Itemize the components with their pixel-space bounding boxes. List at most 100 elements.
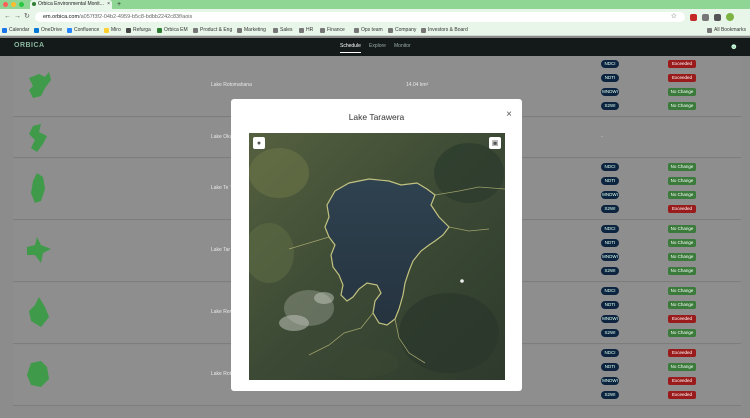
new-tab-button[interactable]: +: [117, 0, 121, 9]
lake-shape-icon: [31, 173, 45, 203]
satellite-map[interactable]: ● ▣: [249, 133, 505, 380]
lake-shape-icon: [27, 237, 51, 263]
folder-icon: [707, 28, 712, 33]
extension-icons: [690, 12, 734, 22]
modal-title: Lake Tarawera: [348, 112, 405, 122]
status-badge: No Change: [668, 301, 696, 309]
url-input[interactable]: em.orbica.com/a057f3f2-04b2-4959-b5c8-bd…: [35, 12, 685, 22]
status-badge: Exceeded: [668, 377, 696, 385]
back-arrow-icon[interactable]: ←: [4, 13, 11, 21]
close-icon[interactable]: ×: [506, 110, 512, 120]
status-badge: Exceeded: [668, 60, 696, 68]
indicator-badge: NDTI: [601, 177, 619, 185]
status-badge: No Change: [668, 363, 696, 371]
tab-title: Orbica Environmental Monit...: [38, 1, 104, 7]
indicator-badge: NDCI: [601, 163, 619, 171]
profile-avatar-icon[interactable]: [726, 13, 734, 21]
indicator-badge: S2WI: [601, 329, 619, 337]
indicator-badge: NDCI: [601, 287, 619, 295]
extensions-puzzle-icon[interactable]: [702, 13, 709, 21]
status-badge: No Change: [668, 191, 696, 199]
indicator-badge: NDCI: [601, 60, 619, 68]
lake-shape-icon: [29, 72, 51, 98]
folder-icon: [193, 28, 198, 33]
extension-icon[interactable]: [690, 13, 697, 21]
reload-icon[interactable]: ↻: [24, 13, 30, 21]
indicator-badge: NDCI: [601, 349, 619, 357]
bookmark-item[interactable]: Calendar: [2, 25, 29, 36]
bookmark-item[interactable]: Orbica EM: [157, 25, 188, 36]
bookmark-item[interactable]: Miro: [104, 25, 121, 36]
folder-icon: [354, 28, 359, 33]
indicator-badge: S2WI: [601, 205, 619, 213]
status-badge: Exceeded: [668, 74, 696, 82]
bookmark-item[interactable]: Refurga: [126, 25, 151, 36]
status-badge: No Change: [668, 267, 696, 275]
calendar-icon: [2, 28, 7, 33]
bookmark-folder[interactable]: Company: [388, 25, 416, 36]
lake-name[interactable]: Lake Rer: [211, 309, 231, 315]
status-badge: Exceeded: [668, 315, 696, 323]
status-badge: No Change: [668, 329, 696, 337]
folder-icon: [388, 28, 393, 33]
indicator-badge: NDTI: [601, 301, 619, 309]
lake-name[interactable]: Lake Te T: [211, 185, 233, 191]
onedrive-icon: [34, 28, 39, 33]
status-badge: No Change: [668, 239, 696, 247]
bookmark-folder[interactable]: Investors & Board: [421, 25, 468, 36]
close-window-icon[interactable]: [3, 2, 8, 7]
status-badge: No Change: [668, 102, 696, 110]
browser-tab-bar: Orbica Environmental Monit... × +: [0, 0, 750, 9]
lake-shape-icon: [29, 124, 47, 152]
url-host: em.orbica.com: [43, 14, 80, 20]
indicator-badge: NDCI: [601, 225, 619, 233]
lake-name[interactable]: Lake Tar: [211, 247, 230, 253]
forward-arrow-icon[interactable]: →: [14, 13, 21, 21]
status-badge: No Change: [668, 225, 696, 233]
lake-name[interactable]: Lake Oku: [211, 134, 232, 140]
tab-explore[interactable]: Explore: [369, 43, 386, 49]
folder-icon: [320, 28, 325, 33]
status-badge: No Change: [668, 287, 696, 295]
bookmark-folder[interactable]: Finance: [320, 25, 345, 36]
folder-icon: [421, 28, 426, 33]
sidebar-icon[interactable]: [714, 13, 721, 21]
lake-detail-modal: Lake Tarawera × ● ▣: [231, 99, 522, 391]
bookmark-folder[interactable]: Sales: [273, 25, 293, 36]
bookmarks-bar: Calendar OneDrive Confluence Miro Refurg…: [0, 25, 750, 36]
bookmark-item[interactable]: OneDrive: [34, 25, 62, 36]
browser-tab[interactable]: Orbica Environmental Monit... ×: [30, 0, 112, 9]
indicator-badge: MNDWI: [601, 377, 619, 385]
app-header: ORBICA Schedule Explore Monitor ☻: [0, 38, 750, 56]
all-bookmarks[interactable]: All Bookmarks: [707, 25, 746, 36]
user-account-icon[interactable]: ☻: [730, 42, 738, 51]
tab-monitor[interactable]: Monitor: [394, 43, 411, 49]
tab-schedule[interactable]: Schedule: [340, 43, 361, 53]
bookmark-folder[interactable]: Marketing: [237, 25, 266, 36]
indicator-badge: MNDWI: [601, 191, 619, 199]
bookmark-folder[interactable]: Product & Eng: [193, 25, 232, 36]
bookmark-item[interactable]: Confluence: [67, 25, 99, 36]
indicator-badge: S2WI: [601, 391, 619, 399]
folder-icon: [237, 28, 242, 33]
status-badge: Exceeded: [668, 391, 696, 399]
lake-name[interactable]: Lake Rotomahana: [211, 82, 252, 88]
bookmark-folder[interactable]: Ops team: [354, 25, 383, 36]
tab-close-icon[interactable]: ×: [107, 0, 110, 9]
lake-name[interactable]: Lake Rot: [211, 371, 231, 377]
indicator-badge: NDTI: [601, 239, 619, 247]
orbica-logo: ORBICA: [14, 42, 45, 49]
indicator-badge: S2WI: [601, 102, 619, 110]
confluence-icon: [67, 28, 72, 33]
layer-toggle-icon[interactable]: ●: [253, 137, 265, 149]
minimize-window-icon[interactable]: [11, 2, 16, 7]
status-badge: No Change: [668, 163, 696, 171]
indicator-badge: S2WI: [601, 267, 619, 275]
maximize-window-icon[interactable]: [19, 2, 24, 7]
refurga-icon: [126, 28, 131, 33]
map-view-icon[interactable]: ▣: [489, 137, 501, 149]
bookmark-folder[interactable]: HR: [299, 25, 313, 36]
status-badge: Exceeded: [668, 349, 696, 357]
status-badge: No Change: [668, 88, 696, 96]
bookmark-star-icon[interactable]: ☆: [671, 12, 677, 22]
